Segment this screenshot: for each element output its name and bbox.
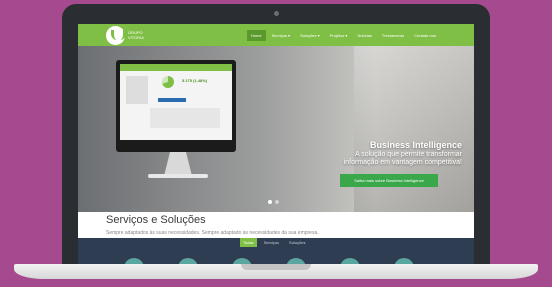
logo-text[interactable]: GRUPO VITORIA bbox=[128, 30, 158, 40]
hero-subtitle-line2: informação em vantagem competitiva! bbox=[343, 159, 462, 166]
section-subtitle: Sempre adaptados às suas necessidades. S… bbox=[106, 230, 319, 236]
camera-icon bbox=[274, 11, 279, 16]
tab-solucoes[interactable]: Soluções bbox=[286, 238, 308, 247]
carousel-dot[interactable] bbox=[268, 200, 272, 204]
tab-servicos[interactable]: Serviços bbox=[261, 238, 282, 247]
nav-item-solucoes[interactable]: Soluções ▾ bbox=[296, 30, 324, 41]
hero-banner: 5.175 (1.48%) Business Intelligence A so… bbox=[78, 46, 474, 212]
hero-light-overlay bbox=[354, 46, 474, 212]
monitor-base bbox=[148, 174, 208, 178]
nav-item-noticias[interactable]: Notícias bbox=[353, 30, 375, 41]
dashboard-screenshot: 5.175 (1.48%) bbox=[120, 64, 232, 140]
tab-todas[interactable]: Todas bbox=[240, 238, 257, 247]
dashboard-highlight-bar bbox=[158, 98, 186, 102]
logo-icon[interactable] bbox=[106, 26, 126, 45]
nav-item-projetos[interactable]: Projetos ▾ bbox=[326, 30, 352, 41]
top-navigation: GRUPO VITORIA Home Serviços ▾ Soluções ▾… bbox=[78, 24, 474, 46]
filter-tabs: Todas Serviços Soluções bbox=[240, 238, 309, 247]
nav-item-treinamento[interactable]: Treinamento bbox=[378, 30, 408, 41]
hero-title: Business Intelligence bbox=[369, 140, 462, 150]
dashboard-header-bar bbox=[120, 64, 232, 71]
dashboard-table bbox=[150, 108, 220, 128]
laptop-notch bbox=[241, 264, 311, 270]
nav-menu: Home Serviços ▾ Soluções ▾ Projetos ▾ No… bbox=[246, 24, 440, 46]
nav-item-servicos[interactable]: Serviços ▾ bbox=[268, 30, 294, 41]
section-title: Serviços e Soluções bbox=[106, 214, 206, 226]
hero-subtitle-line1: A solução que permite transformar bbox=[355, 151, 462, 158]
hero-cta-button[interactable]: Saiba mais sobre Business Intelligence bbox=[340, 174, 438, 187]
dashboard-panel bbox=[126, 76, 148, 104]
monitor-stand bbox=[164, 152, 192, 176]
monitor-illustration: 5.175 (1.48%) bbox=[116, 60, 236, 152]
nav-item-contato[interactable]: Contate-nos bbox=[410, 30, 440, 41]
nav-item-home[interactable]: Home bbox=[246, 29, 266, 41]
carousel-dot[interactable] bbox=[275, 200, 279, 204]
pie-chart-icon bbox=[162, 76, 174, 88]
dashboard-percent: 5.175 (1.48%) bbox=[182, 78, 208, 83]
website-screen: GRUPO VITORIA Home Serviços ▾ Soluções ▾… bbox=[78, 24, 474, 268]
hero-subtitle: A solução que permite transformar inform… bbox=[302, 151, 462, 167]
